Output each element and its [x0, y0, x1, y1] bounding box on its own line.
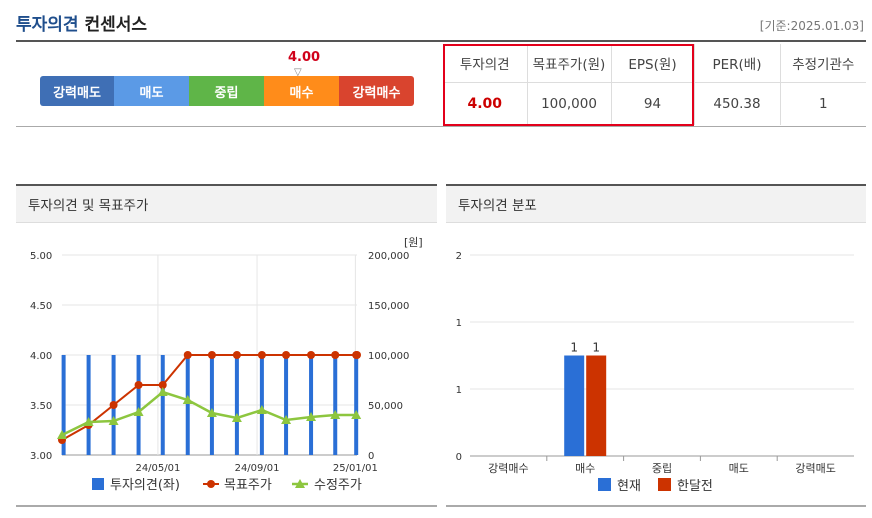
y-right-tick-label: 50,000: [368, 401, 403, 412]
target-price-point: [207, 351, 216, 359]
x-tick-label: 24/05/01: [135, 463, 180, 474]
opinion-segment-strong-sell: 강력매도: [40, 76, 114, 106]
opinion-segment-buy: 매수: [264, 76, 339, 106]
x-category-label: 중립: [652, 462, 672, 475]
page-title-rest: 컨센서스: [78, 15, 148, 35]
y-tick-label: 1: [456, 385, 462, 396]
opinion-bar: [209, 355, 214, 455]
right-panel-title: 투자의견 분포: [446, 184, 866, 223]
y-right-tick-label: 0: [368, 451, 374, 462]
adjusted-price-point: [256, 405, 267, 414]
x-category-label: 매수: [575, 462, 595, 475]
opinion-bar: [354, 355, 359, 455]
left-panel-title: 투자의견 및 목표주가: [16, 184, 437, 223]
opinion-bar: [309, 355, 314, 455]
opinion-segment-sell: 매도: [114, 76, 189, 106]
y-left-tick-label: 3.50: [30, 401, 52, 412]
reference-date: [기준:2025.01.03]: [759, 19, 864, 33]
opinion-segment-neutral: 중립: [189, 76, 264, 106]
target-price-point: [282, 351, 291, 359]
opinion-bar: [284, 355, 289, 455]
legend-adjusted-price-label: 수정주가: [314, 478, 362, 493]
x-category-label: 강력매수: [488, 462, 528, 475]
y-tick-label: 0: [456, 452, 462, 463]
y-tick-label: 2: [456, 251, 462, 262]
target-price-point: [257, 351, 266, 359]
opinion-bar: [136, 355, 141, 455]
legend-target-price-label: 목표주가: [224, 478, 272, 493]
y-left-tick-label: 5.00: [30, 251, 52, 262]
distribution-bar: [564, 355, 585, 456]
x-tick-label: 25/01/01: [333, 463, 378, 474]
y-tick-label: 1: [456, 318, 462, 329]
legend-current-label: 현재: [617, 479, 641, 494]
consensus-highlight-box: [443, 44, 694, 126]
header-divider: [16, 40, 866, 42]
target-price-point: [183, 351, 192, 359]
x-tick-label: 24/09/01: [235, 463, 280, 474]
target-price-point: [109, 401, 118, 409]
y-right-tick-label: 200,000: [368, 251, 409, 262]
opinion-target-price-chart: [원] 5.00 200,000 4.50 150,000 4.00 100,000 3.5…: [30, 236, 423, 493]
adjusted-price-point: [157, 387, 168, 396]
opinion-segment-strong-buy: 강력매수: [339, 76, 414, 106]
target-price-point: [232, 351, 241, 359]
page-title: 투자의견 컨센서스: [16, 10, 147, 35]
x-category-label: 매도: [729, 462, 749, 475]
y-left-tick-label: 4.50: [30, 301, 52, 312]
left-panel-bottom-rule: [16, 505, 437, 507]
legend-opinion-swatch: [92, 478, 104, 490]
value-per: 450.38: [693, 82, 780, 125]
x-category-label: 강력매도: [795, 462, 835, 475]
y-right-tick-label: 150,000: [368, 301, 409, 312]
legend-month-ago-label: 한달전: [677, 479, 713, 494]
table-bottom-divider: [16, 126, 866, 127]
page-title-highlight: 투자의견: [16, 15, 79, 35]
bar-data-label: 1: [592, 341, 600, 355]
legend-opinion-label: 투자의견(좌): [110, 478, 180, 493]
opinion-bar: [333, 355, 338, 455]
distribution-bar: [586, 355, 607, 456]
bar-data-label: 1: [570, 341, 578, 355]
header-estimators: 추정기관수: [779, 44, 866, 83]
y-left-tick-label: 4.00: [30, 351, 52, 362]
target-price-point: [307, 351, 316, 359]
target-price-point: [134, 381, 143, 389]
right-axis-unit-label: [원]: [404, 236, 423, 249]
header-per: PER(배): [693, 44, 780, 83]
opinion-current-value: 4.00: [288, 50, 321, 65]
opinion-distribution-chart: 11 2110강력매수 매수 중립 매도 강력매도 현재 한달전: [456, 251, 854, 494]
legend-month-ago-swatch: [658, 478, 671, 491]
legend-current-swatch: [598, 478, 611, 491]
target-price-point: [331, 351, 340, 359]
right-panel-bottom-rule: [446, 505, 866, 507]
target-price-point: [353, 351, 361, 359]
y-left-tick-label: 3.00: [30, 451, 52, 462]
opinion-bar: [160, 355, 165, 455]
opinion-bar: [185, 355, 190, 455]
legend-target-price-swatch: [207, 480, 215, 488]
opinion-bar: [234, 355, 239, 455]
opinion-bar: [86, 355, 91, 455]
y-right-tick-label: 100,000: [368, 351, 409, 362]
value-estimators: 1: [779, 82, 866, 125]
